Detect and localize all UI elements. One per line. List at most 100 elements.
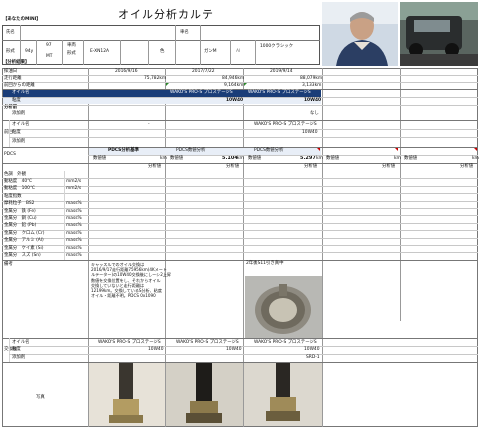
filter-photo [245,276,322,338]
owner-photo [322,2,398,66]
year-value: 94y [25,49,34,54]
pdcs-sub-2b: km [237,156,244,161]
additive-label: 添加剤 [12,111,26,116]
pdcs-sub-3a: 数値値 [248,156,262,161]
next-oil-1: WAKO'S PRO-S プロステージS [98,340,161,345]
item-name: 金属分 クロム (Cr) [4,230,45,236]
judge-head-4: 分析値 [382,164,396,169]
item-name: 粘度指数 [4,193,22,199]
judge-head-5: 分析値 [460,164,474,169]
next-visc-2: 10W40 [226,347,242,352]
pdcs-sub-2a: 数値値 [170,156,184,161]
color-value: ガンM [204,49,217,54]
remarks-label: 備考 [4,262,13,267]
odo-2: 84,946km [222,76,245,81]
pdcs-sub-1a: 数値値 [93,156,107,161]
small-tag: AI [236,49,241,54]
pdcs-sub-4a: 数値値 [326,156,340,161]
viscosity-label: 粘度 [12,98,21,103]
car-photo [400,2,478,66]
next-visc-label: 粘度 [12,347,21,352]
grade-value: 1000クラシック [260,44,294,49]
item-unit: mm2/s [66,178,82,184]
item-name: 金属分 ケイ素 (Si) [4,245,44,251]
item-unit: mass% [66,238,82,244]
sample-date-label: 採油日 [4,69,18,74]
prev-oil-label: オイル名 [12,122,30,127]
item-name: 金属分 銅 (Cu) [4,215,37,221]
viscosity-2: 10W40 [226,98,244,103]
judge-head-2: 分析値 [226,164,240,169]
prev-visc-label: 粘度 [12,130,21,135]
year-line-2: MT [46,54,53,59]
pdcs-head-3: PDCS数値分析 [254,148,284,153]
row-divider [2,193,478,195]
since-2: 9,164km [224,83,244,88]
magnet-label: 写真 [36,395,45,400]
page-title: オイル分析カルテ [118,8,214,21]
item-name: 動粘度 100℃ [4,186,35,192]
oil-name-2: WAKO'S PRO-S プロステージS [170,90,233,95]
item-unit: mm2/s [66,186,82,192]
prev-add-label: 添加剤 [12,139,26,144]
next-oil-3: WAKO'S PRO-S プロステージS [254,340,317,345]
prev-visc-2: 10W40 [302,130,318,135]
oil-name-label: オイル名 [12,90,30,95]
pdcs-sub-5b: km [472,156,479,161]
since-label: 前回からの距離 [4,83,35,88]
item-unit: mass% [66,245,82,251]
next-oil-label: オイル名 [12,340,30,345]
car-label: 車名 [180,30,189,35]
type-label-2: 形式 [67,51,76,56]
judge-head-1: 分析値 [148,164,162,169]
oil-name-3: WAKO'S PRO-S プロステージS [248,90,311,95]
model-label: 形式 [6,49,15,54]
item-unit: mass% [66,208,82,214]
drain-bolt-photo-3 [244,363,322,426]
name-label: 氏名 [6,30,15,35]
item-name: 金属分 鉄 (Fe) [4,208,36,214]
item-unit: mass% [66,223,82,229]
pdcs-sub-3b: km [316,156,323,161]
item-unit: mass% [66,201,82,207]
pdcs-sub-5a: 数値値 [404,156,418,161]
pdcs-value-2: 5.104 [222,155,238,161]
item-unit: mass% [66,215,82,221]
odo-1: 75,782km [144,76,167,81]
unit-column-divider [64,171,65,260]
judge-head-3: 分析値 [304,164,318,169]
year-line-1: 97 [46,43,52,48]
remarks-text: キャッスルでのオイル交換は 2016/9/17走行距離75956km(4Kメート… [91,262,171,299]
remarks-photo-caption: 2年後S11引き真中 [246,261,284,266]
pdcs-head-1: PDCS分析基準 [108,148,139,153]
pdcs-value-3: 5.297 [300,155,316,161]
item-name: 金属分 アルミ (Al) [4,238,44,244]
drain-bolt-photo-2 [166,363,243,426]
pdcs-label: PDCS [4,152,16,157]
drain-bolt-photo-1 [89,363,165,426]
pdcs-sub-4b: km [394,156,401,161]
engine-code: E-XN12A [90,49,110,54]
item-unit: mass% [66,230,82,236]
odo-3: 88,079km [300,76,323,81]
next-add-label: 添加剤 [12,355,26,360]
owner-section-label: 【あなたのMINI】 [3,17,41,22]
prev-oil-1: - [148,122,150,127]
next-add-3: SRD-1 [306,355,320,360]
item-unit: mass% [66,252,82,258]
next-visc-1: 10W40 [148,347,164,352]
pdcs-head-2: PDCS数値分析 [176,148,206,153]
pdcs-sub-1b: km [160,156,167,161]
next-visc-3: 10W40 [304,347,320,352]
type-label-1: 車両 [67,43,76,48]
since-3: 3,133km [302,83,322,88]
item-name: 摩耗粒子 BS2 [4,201,35,207]
item-name: 動粘度 40℃ [4,178,33,184]
odo-label: 走行距離 [4,76,22,81]
spec-group-label: 分析前 [4,105,18,110]
color-label: 色 [160,49,165,54]
next-oil-2: WAKO'S PRO-S プロステージS [176,340,239,345]
viscosity-3: 10W40 [304,98,322,103]
item-name: 金属分 鉛 (Pb) [4,223,37,229]
item-name: 色調 外観 [4,171,26,177]
